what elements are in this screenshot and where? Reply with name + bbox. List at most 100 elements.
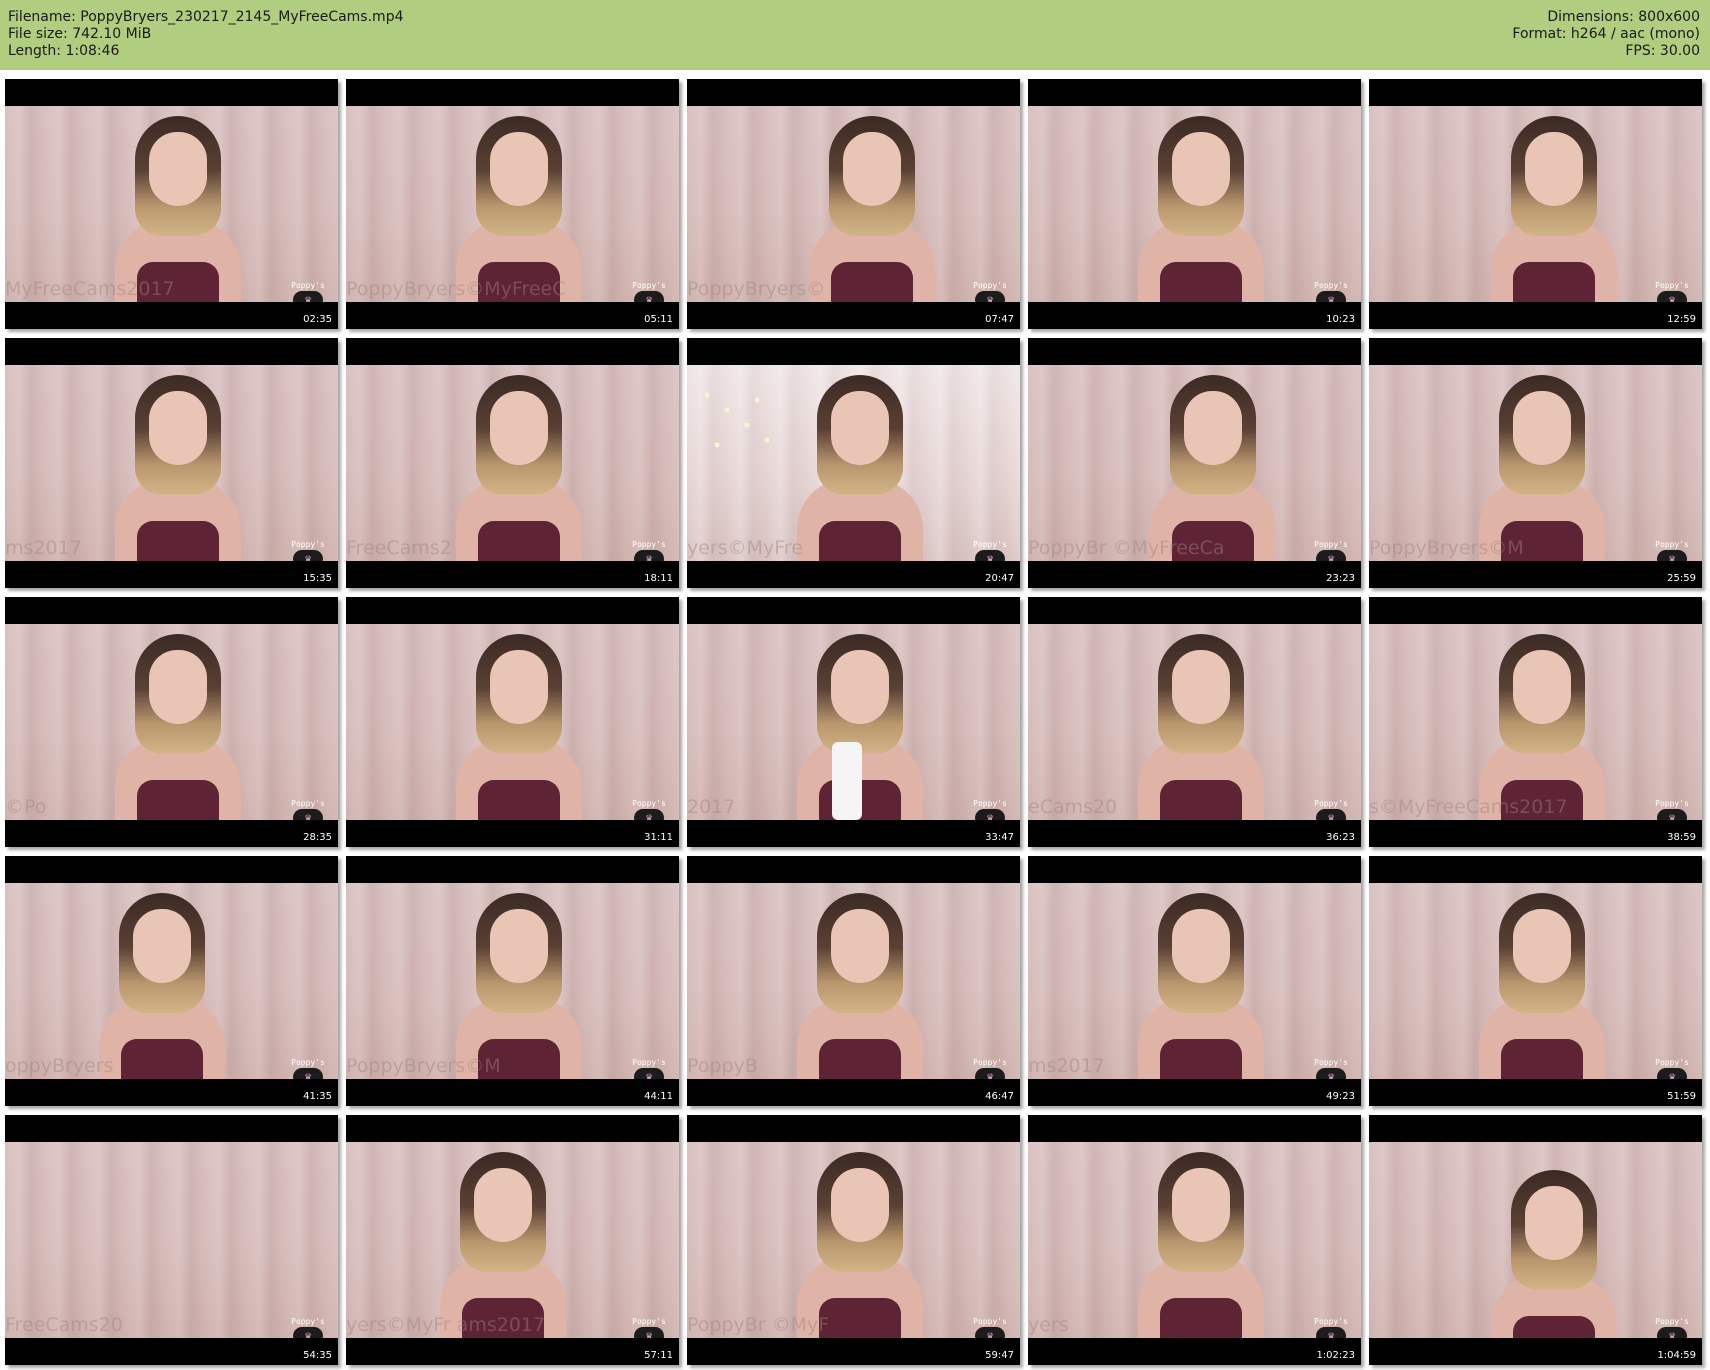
video-thumbnail[interactable]: Poppy's♛PlayGround 51:59 bbox=[1369, 856, 1702, 1106]
length-label: Length: 1:08:46 bbox=[8, 43, 120, 59]
person-figure bbox=[1136, 1152, 1266, 1338]
figure-face bbox=[1172, 650, 1230, 724]
video-thumbnail[interactable]: s©MyFreeCams2017Poppy's♛PlayGround 38:59 bbox=[1369, 597, 1702, 847]
logo-line1: Poppy's bbox=[632, 540, 666, 549]
crown-icon: ♛ bbox=[975, 291, 1005, 302]
person-figure bbox=[454, 634, 584, 820]
video-frame: PoppyBryers©MPoppy's♛PlayGround bbox=[346, 883, 679, 1079]
person-figure bbox=[113, 375, 243, 561]
video-thumbnail[interactable]: Poppy's♛PlayGround 1:04:59 bbox=[1369, 1115, 1702, 1365]
channel-logo: Poppy's♛PlayGround bbox=[625, 799, 673, 820]
channel-logo: Poppy's♛PlayGround bbox=[625, 281, 673, 302]
person-figure bbox=[807, 116, 937, 302]
person-figure bbox=[1477, 893, 1607, 1079]
crown-icon: ♛ bbox=[634, 550, 664, 561]
person-figure bbox=[795, 1152, 925, 1338]
video-thumbnail[interactable]: PoppyBryers©MyFreeCPoppy's♛PlayGround 05:… bbox=[346, 79, 679, 329]
filename-label: Filename: PoppyBryers_230217_2145_MyFree… bbox=[8, 9, 404, 25]
video-frame: FreeCams2Poppy's♛PlayGround bbox=[346, 365, 679, 561]
timestamp-label: 49:23 bbox=[1326, 1091, 1355, 1102]
video-frame: PoppyBr ©MyFreeCaPoppy's♛PlayGround bbox=[1028, 365, 1361, 561]
figure-face bbox=[1172, 132, 1230, 206]
person-figure bbox=[438, 1152, 568, 1338]
figure-top bbox=[1501, 1039, 1583, 1079]
figure-top bbox=[1513, 1316, 1595, 1338]
video-thumbnail[interactable]: yersPoppy's♛PlayGround 1:02:23 bbox=[1028, 1115, 1361, 1365]
figure-face bbox=[1513, 391, 1571, 465]
figure-face bbox=[1172, 909, 1230, 983]
video-thumbnail[interactable]: PoppyBr ©MyFPoppy's♛PlayGround 59:47 bbox=[687, 1115, 1020, 1365]
figure-face bbox=[149, 132, 207, 206]
video-thumbnail[interactable]: eCams20Poppy's♛PlayGround 36:23 bbox=[1028, 597, 1361, 847]
video-thumbnail[interactable]: MyFreeCams2017Poppy's♛PlayGround 02:35 bbox=[5, 79, 338, 329]
crown-icon: ♛ bbox=[1316, 550, 1346, 561]
info-header: Filename: PoppyBryers_230217_2145_MyFree… bbox=[0, 0, 1710, 70]
logo-line1: Poppy's bbox=[973, 1058, 1007, 1067]
video-thumbnail[interactable]: Poppy's♛PlayGround 10:23 bbox=[1028, 79, 1361, 329]
timestamp-label: 25:59 bbox=[1667, 573, 1696, 584]
crown-icon: ♛ bbox=[634, 1068, 664, 1079]
video-thumbnail[interactable]: PoppyBryers©MPoppy's♛PlayGround 25:59 bbox=[1369, 338, 1702, 588]
video-thumbnail[interactable]: ms2017Poppy's♛PlayGround 49:23 bbox=[1028, 856, 1361, 1106]
channel-logo: Poppy's♛PlayGround bbox=[1648, 540, 1696, 561]
logo-line1: Poppy's bbox=[1655, 281, 1689, 290]
video-thumbnail[interactable]: Poppy's♛PlayGround 31:11 bbox=[346, 597, 679, 847]
logo-line1: Poppy's bbox=[291, 799, 325, 808]
video-frame: eCams20Poppy's♛PlayGround bbox=[1028, 624, 1361, 820]
video-thumbnail[interactable]: PoppyBr ©MyFreeCaPoppy's♛PlayGround 23:23 bbox=[1028, 338, 1361, 588]
figure-top bbox=[478, 780, 560, 820]
timestamp-label: 18:11 bbox=[644, 573, 673, 584]
channel-logo: Poppy's♛PlayGround bbox=[1648, 799, 1696, 820]
channel-logo: Poppy's♛PlayGround bbox=[966, 281, 1014, 302]
logo-line1: Poppy's bbox=[1655, 1058, 1689, 1067]
person-figure bbox=[795, 375, 925, 561]
timestamp-label: 07:47 bbox=[985, 314, 1014, 325]
timestamp-label: 33:47 bbox=[985, 832, 1014, 843]
video-thumbnail[interactable]: 2017Poppy's♛PlayGround 33:47 bbox=[687, 597, 1020, 847]
video-thumbnail[interactable]: PoppyBPoppy's♛PlayGround 46:47 bbox=[687, 856, 1020, 1106]
video-frame: MyFreeCams2017Poppy's♛PlayGround bbox=[5, 106, 338, 302]
format-label: Format: h264 / aac (mono) bbox=[1512, 26, 1700, 42]
channel-logo: Poppy's♛PlayGround bbox=[1307, 540, 1355, 561]
crown-icon: ♛ bbox=[1657, 1068, 1687, 1079]
video-thumbnail[interactable]: ©PoPoppy's♛PlayGround 28:35 bbox=[5, 597, 338, 847]
figure-top bbox=[1513, 262, 1595, 302]
channel-logo: Poppy's♛PlayGround bbox=[966, 1058, 1014, 1079]
video-thumbnail[interactable]: FreeCams2Poppy's♛PlayGround 18:11 bbox=[346, 338, 679, 588]
channel-logo: Poppy's♛PlayGround bbox=[625, 1317, 673, 1338]
person-figure bbox=[1477, 375, 1607, 561]
video-frame: s©MyFreeCams2017Poppy's♛PlayGround bbox=[1369, 624, 1702, 820]
timestamp-label: 23:23 bbox=[1326, 573, 1355, 584]
crown-icon: ♛ bbox=[293, 1068, 323, 1079]
video-thumbnail[interactable]: yers©MyFrePoppy's♛PlayGround 20:47 bbox=[687, 338, 1020, 588]
video-frame: yers©MyFrePoppy's♛PlayGround bbox=[687, 365, 1020, 561]
channel-logo: Poppy's♛PlayGround bbox=[966, 540, 1014, 561]
crown-icon: ♛ bbox=[293, 809, 323, 820]
figure-face bbox=[1513, 650, 1571, 724]
video-frame: ©PoPoppy's♛PlayGround bbox=[5, 624, 338, 820]
timestamp-label: 02:35 bbox=[303, 314, 332, 325]
timestamp-label: 36:23 bbox=[1326, 832, 1355, 843]
person-figure bbox=[1477, 634, 1607, 820]
video-thumbnail[interactable]: oppyBryersPoppy's♛PlayGround 41:35 bbox=[5, 856, 338, 1106]
person-figure bbox=[1148, 375, 1278, 561]
video-frame: PoppyBryers©MyFreeCPoppy's♛PlayGround bbox=[346, 106, 679, 302]
video-thumbnail[interactable]: Poppy's♛PlayGround 12:59 bbox=[1369, 79, 1702, 329]
video-frame: Poppy's♛PlayGround bbox=[1369, 1142, 1702, 1338]
video-frame: FreeCams20Poppy's♛PlayGround bbox=[5, 1142, 338, 1338]
video-thumbnail[interactable]: yers©MyFr ams2017Poppy's♛PlayGround 57:11 bbox=[346, 1115, 679, 1365]
video-thumbnail[interactable]: ms2017Poppy's♛PlayGround 15:35 bbox=[5, 338, 338, 588]
logo-line1: Poppy's bbox=[632, 799, 666, 808]
crown-icon: ♛ bbox=[1316, 1068, 1346, 1079]
video-thumbnail[interactable]: PoppyBryers©MPoppy's♛PlayGround 44:11 bbox=[346, 856, 679, 1106]
timestamp-label: 12:59 bbox=[1667, 314, 1696, 325]
channel-logo: Poppy's♛PlayGround bbox=[1307, 1058, 1355, 1079]
video-frame: ms2017Poppy's♛PlayGround bbox=[1028, 883, 1361, 1079]
video-thumbnail[interactable]: PoppyBryers©Poppy's♛PlayGround 07:47 bbox=[687, 79, 1020, 329]
video-thumbnail[interactable]: FreeCams20Poppy's♛PlayGround 54:35 bbox=[5, 1115, 338, 1365]
timestamp-label: 59:47 bbox=[985, 1350, 1014, 1361]
logo-line1: Poppy's bbox=[1314, 540, 1348, 549]
logo-line1: Poppy's bbox=[973, 281, 1007, 290]
crown-icon: ♛ bbox=[634, 1327, 664, 1338]
crown-icon: ♛ bbox=[1316, 291, 1346, 302]
